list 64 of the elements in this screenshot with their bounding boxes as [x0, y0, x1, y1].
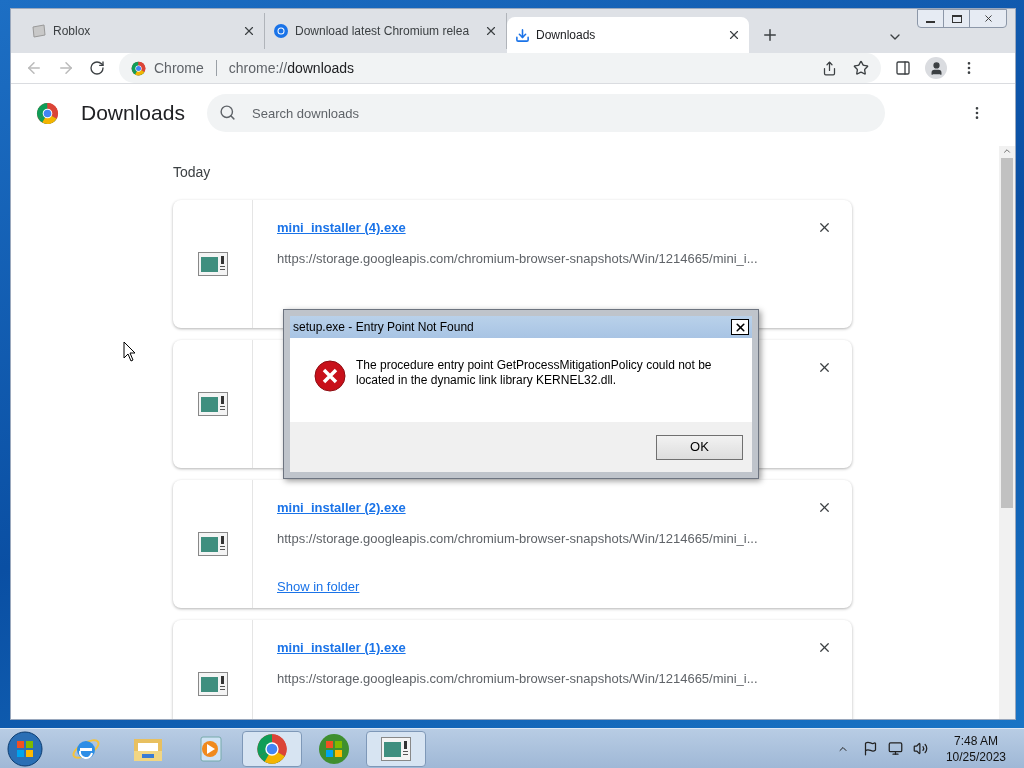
remove-icon[interactable]: [817, 220, 832, 235]
start-button[interactable]: [4, 729, 46, 768]
browser-tab[interactable]: Downloads: [507, 17, 749, 53]
page-icon: [31, 23, 47, 39]
file-name-link[interactable]: mini_installer (1).exe: [277, 638, 406, 658]
download-url: https://storage.googleapis.com/chromium-browser-snapshots/Win/1214665/mini_i...: [277, 669, 759, 688]
dialog-title: setup.exe - Entry Point Not Found: [293, 319, 475, 336]
taskbar-button[interactable]: [242, 730, 302, 767]
show-in-folder-link[interactable]: Show in folder: [277, 577, 360, 597]
search-icon: [219, 104, 236, 121]
reload-icon[interactable]: [89, 60, 105, 76]
clock-date: 10/25/2023: [945, 748, 1006, 765]
error-message: The procedure entry point GetProcessMitigationPolicy could not be located in the dynamic link library KERNEL32.dll.: [356, 358, 713, 388]
file-icon: [197, 532, 228, 556]
ok-button[interactable]: OK: [656, 434, 743, 460]
close-icon[interactable]: [982, 13, 994, 24]
search-field[interactable]: Search downloads: [207, 94, 885, 132]
close-icon: [733, 320, 747, 334]
clock[interactable]: 7:48 AM 10/25/2023: [945, 732, 1006, 765]
star-icon[interactable]: [853, 60, 869, 76]
file-icon: [197, 392, 228, 416]
remove-icon[interactable]: [817, 500, 832, 515]
file-name-link[interactable]: mini_installer (2).exe: [277, 498, 406, 518]
close-icon[interactable]: [727, 28, 741, 42]
globe-icon: [273, 23, 289, 39]
flag-icon[interactable]: [862, 741, 878, 756]
chrome-logo: [36, 101, 59, 125]
mouse-pointer-icon: [123, 341, 137, 362]
download-icon: [515, 27, 530, 43]
origin-label: Chrome: [154, 58, 204, 78]
share-icon[interactable]: [822, 60, 837, 76]
file-icon: [197, 252, 228, 276]
side-panel-icon[interactable]: [895, 60, 911, 76]
application-icon: [381, 736, 411, 761]
address-bar[interactable]: Chrome chrome://downloads: [119, 53, 881, 83]
close-button[interactable]: [731, 319, 749, 335]
file-icon: [197, 672, 228, 696]
download-url: https://storage.googleapis.com/chromium-browser-snapshots/Win/1214665/mini_i...: [277, 249, 759, 268]
new-tab-icon[interactable]: [761, 26, 779, 44]
taskbar-button[interactable]: [366, 730, 426, 767]
windows-orb-icon: [318, 732, 350, 765]
close-icon[interactable]: [484, 24, 498, 38]
media-player-icon: [197, 734, 223, 763]
file-name-link[interactable]: mini_installer (4).exe: [277, 218, 406, 238]
download-url: https://storage.googleapis.com/chromium-browser-snapshots/Win/1214665/mini_i...: [277, 529, 759, 548]
network-icon[interactable]: [887, 741, 903, 756]
chrome-icon: [131, 60, 146, 76]
error-icon: [314, 360, 346, 392]
close-icon[interactable]: [242, 24, 256, 38]
profile-avatar[interactable]: [925, 57, 947, 79]
chrome-icon: [256, 732, 288, 765]
browser-tab[interactable]: Roblox: [23, 13, 265, 49]
clock-time: 7:48 AM: [953, 732, 998, 749]
scroll-up-icon[interactable]: [1002, 146, 1012, 156]
remove-icon[interactable]: [817, 360, 832, 375]
page-title: Downloads: [81, 100, 186, 127]
tab-title: Downloads: [536, 27, 597, 44]
remove-icon[interactable]: [817, 640, 832, 655]
speaker-icon[interactable]: [912, 741, 928, 756]
section-heading: Today: [173, 163, 212, 182]
tab-title: Download latest Chromium relea: [295, 23, 471, 40]
tab-title: Roblox: [53, 23, 92, 40]
url-text: chrome://downloads: [228, 58, 355, 78]
scrollbar[interactable]: [999, 146, 1015, 719]
